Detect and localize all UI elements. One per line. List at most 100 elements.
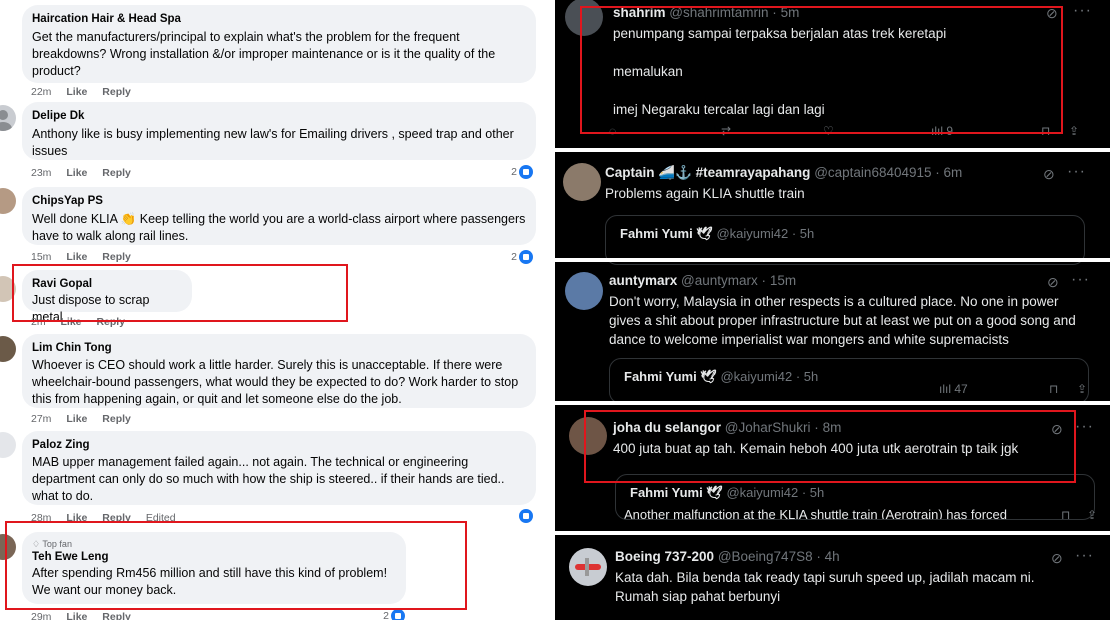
quoted-tweet-time: 5h — [803, 369, 819, 384]
more-options-icon[interactable]: ··· — [1073, 2, 1092, 20]
avatar[interactable] — [0, 188, 16, 214]
share-icon[interactable]: ⇪ — [1069, 124, 1079, 138]
comment-time[interactable]: 23m — [31, 167, 51, 179]
comment-meta: 15m Like Reply — [31, 251, 143, 263]
quoted-tweet-time: 5h — [809, 485, 825, 500]
comment-bubble: Lim Chin Tong Whoever is CEO should work… — [22, 334, 536, 408]
comment-time[interactable]: 22m — [31, 86, 51, 98]
reply-button[interactable]: Reply — [102, 167, 131, 179]
comment-meta: 27m Like Reply — [31, 413, 143, 425]
reply-button[interactable]: Reply — [102, 251, 131, 263]
quoted-tweet-time: 5h — [799, 226, 815, 241]
reaction-number: 2 — [383, 610, 389, 620]
tweet-header: auntymarx @auntymarx · 15m — [609, 273, 797, 288]
tweet-time[interactable]: 4h — [825, 549, 840, 564]
default-user-icon — [0, 110, 12, 131]
reaction-count[interactable]: 2 — [511, 165, 533, 179]
avatar[interactable] — [565, 272, 603, 310]
comment-bubble: ChipsYap PS Well done KLIA 👏 Keep tellin… — [22, 187, 536, 245]
like-button[interactable]: Like — [66, 413, 87, 425]
grok-icon[interactable]: ⊘ — [1051, 550, 1063, 567]
tweet-time[interactable]: 6m — [944, 165, 963, 180]
author-handle[interactable]: @Boeing747S8 — [718, 549, 813, 564]
reaction-count[interactable] — [519, 509, 533, 523]
commenter-name[interactable]: Delipe Dk — [32, 109, 526, 123]
views-count[interactable]: ılıl 47 — [939, 382, 968, 396]
comment-text: MAB upper management failed again... not… — [32, 455, 505, 503]
comment-meta: 23m Like Reply — [31, 167, 143, 179]
avatar[interactable] — [569, 548, 607, 586]
bookmark-icon[interactable]: ⊓ — [1049, 382, 1058, 396]
commenter-name[interactable]: Lim Chin Tong — [32, 341, 526, 355]
comment-time[interactable]: 29m — [31, 611, 51, 620]
quoted-tweet-header: Fahmi Yumi 🕊 @kaiyumi42 · 5h — [630, 485, 825, 500]
like-reaction-icon — [519, 165, 533, 179]
author-handle[interactable]: @auntymarx — [681, 273, 758, 288]
facebook-comments-panel: Haircation Hair & Head Spa Get the manuf… — [0, 0, 555, 620]
avatar[interactable] — [0, 336, 16, 362]
author-name[interactable]: Boeing 737-200 — [615, 549, 714, 564]
like-reaction-icon — [519, 509, 533, 523]
highlight-box — [12, 264, 348, 322]
reply-button[interactable]: Reply — [102, 86, 131, 98]
divider — [555, 258, 1110, 262]
highlight-box — [5, 521, 467, 610]
avatar[interactable] — [0, 432, 16, 458]
tweet-text: Don't worry, Malaysia in other respects … — [609, 294, 1076, 347]
reaction-count[interactable]: 2 — [383, 609, 405, 620]
twitter-replies-panel: shahrim @shahrimtamrin · 5m ⊘ ··· penump… — [555, 0, 1110, 620]
comment-text: Whoever is CEO should work a little hard… — [32, 358, 519, 406]
like-button[interactable]: Like — [66, 86, 87, 98]
divider — [555, 148, 1110, 152]
quoted-tweet[interactable]: Fahmi Yumi 🕊 @kaiyumi42 · 5h — [609, 358, 1089, 404]
views-icon: ılıl — [939, 382, 951, 396]
reaction-number: 2 — [511, 251, 517, 263]
reply-button[interactable]: Reply — [102, 611, 131, 620]
quoted-author-handle: @kaiyumi42 — [720, 369, 793, 384]
reaction-number: 2 — [511, 166, 517, 178]
comment-bubble: Haircation Hair & Head Spa Get the manuf… — [22, 5, 536, 83]
tweet-text: Kata dah. Bila benda tak ready tapi suru… — [615, 570, 1035, 604]
avatar[interactable] — [0, 105, 16, 131]
divider — [555, 401, 1110, 405]
quoted-tweet-header: Fahmi Yumi 🕊 @kaiyumi42 · 5h — [620, 226, 815, 241]
bookmark-icon[interactable]: ⊓ — [1061, 508, 1070, 522]
divider — [555, 531, 1110, 535]
tweet-header: Captain 🚄⚓ #teamrayapahang @captain68404… — [605, 165, 963, 180]
share-icon[interactable]: ⇪ — [1077, 382, 1087, 396]
more-options-icon[interactable]: ··· — [1075, 547, 1094, 565]
avatar[interactable] — [563, 163, 601, 201]
share-icon[interactable]: ⇪ — [1087, 508, 1097, 522]
quoted-author-name: Fahmi Yumi 🕊 — [620, 226, 713, 241]
comment-bubble: Delipe Dk Anthony like is busy implement… — [22, 102, 536, 160]
grok-icon[interactable]: ⊘ — [1043, 166, 1055, 183]
like-reaction-icon — [391, 609, 405, 620]
comment-meta: 29m Like Reply — [31, 611, 143, 620]
like-reaction-icon — [519, 250, 533, 264]
commenter-name[interactable]: ChipsYap PS — [32, 194, 526, 208]
comment-time[interactable]: 15m — [31, 251, 51, 263]
quoted-author-name: Fahmi Yumi 🕊 — [624, 369, 717, 384]
author-name[interactable]: auntymarx — [609, 273, 677, 288]
reply-button[interactable]: Reply — [102, 413, 131, 425]
quoted-tweet-text: Another malfunction at the KLIA shuttle … — [624, 507, 1007, 520]
comment-time[interactable]: 27m — [31, 413, 51, 425]
like-button[interactable]: Like — [66, 251, 87, 263]
commenter-name[interactable]: Haircation Hair & Head Spa — [32, 12, 526, 26]
like-button[interactable]: Like — [66, 167, 87, 179]
comment-bubble: Paloz Zing MAB upper management failed a… — [22, 431, 536, 505]
highlight-box — [580, 6, 1063, 134]
tweet-time[interactable]: 15m — [770, 273, 796, 288]
like-button[interactable]: Like — [66, 611, 87, 620]
grok-icon[interactable]: ⊘ — [1047, 274, 1059, 291]
more-options-icon[interactable]: ··· — [1071, 271, 1090, 289]
more-options-icon[interactable]: ··· — [1075, 418, 1094, 436]
more-options-icon[interactable]: ··· — [1067, 163, 1086, 181]
author-name[interactable]: Captain 🚄⚓ #teamrayapahang — [605, 165, 810, 180]
reaction-count[interactable]: 2 — [511, 250, 533, 264]
author-handle[interactable]: @captain68404915 — [814, 165, 931, 180]
tweet-text: Problems again KLIA shuttle train — [605, 186, 805, 201]
comment-text: Well done KLIA 👏 Keep telling the world … — [32, 212, 526, 243]
quoted-author-handle: @kaiyumi42 — [716, 226, 789, 241]
commenter-name[interactable]: Paloz Zing — [32, 438, 526, 452]
